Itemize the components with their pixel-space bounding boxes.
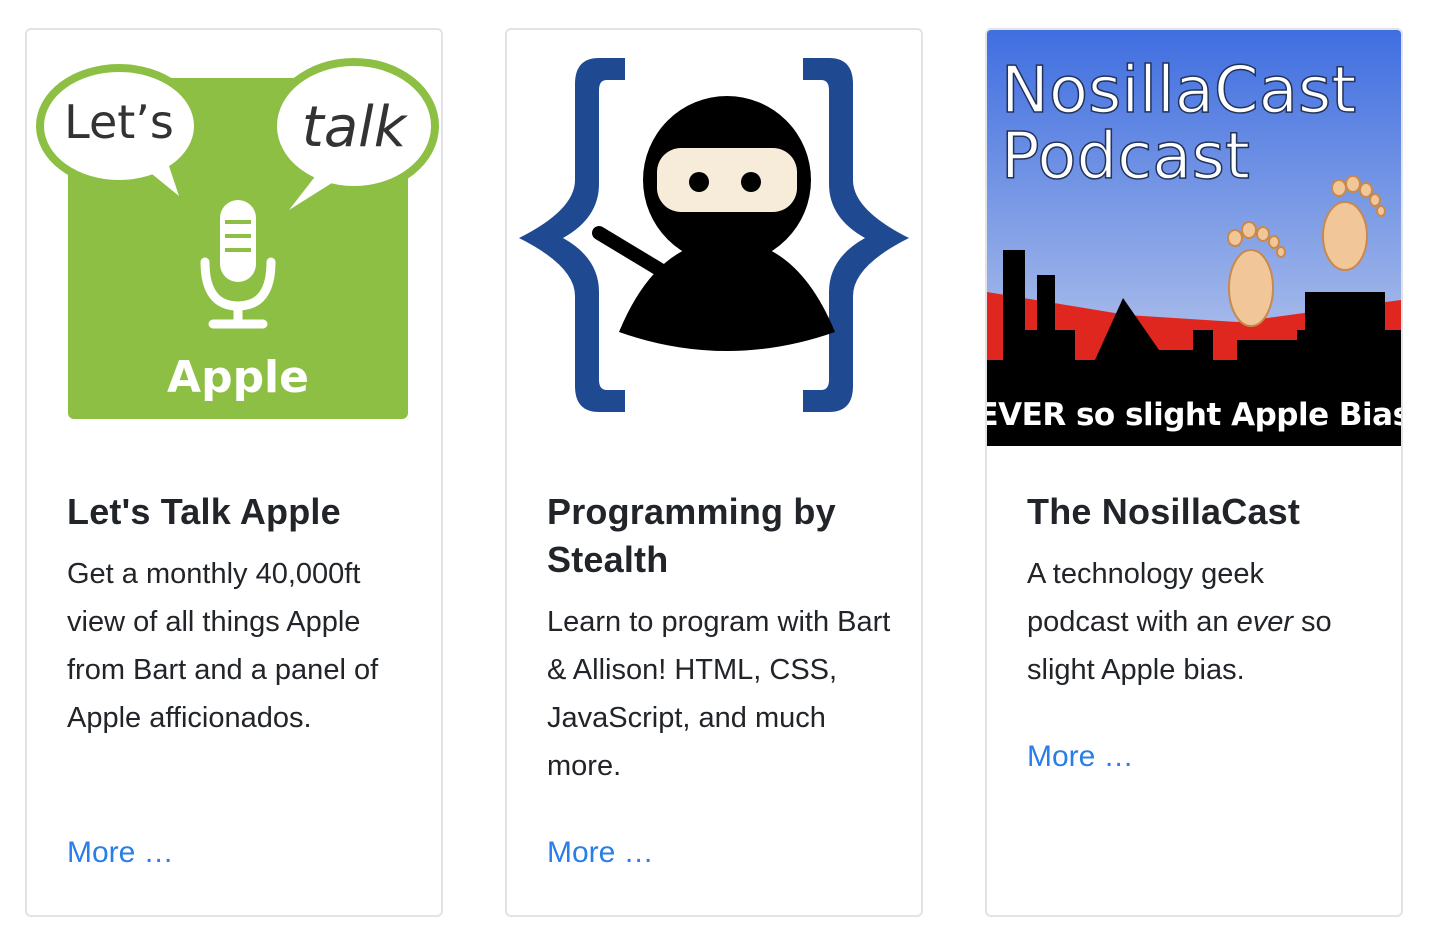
bubble-right-text: talk	[302, 95, 409, 160]
card-description: A technology geek podcast with an ever s…	[1027, 550, 1371, 694]
artwork-title-line2: Podcast	[1001, 120, 1250, 194]
more-link[interactable]: More …	[67, 836, 174, 870]
lets-talk-apple-logo: Let’s talk Apple	[36, 58, 439, 419]
card-body: Programming by Stealth Learn to program …	[547, 488, 891, 790]
card-image-nosillacast[interactable]: NosillaCast Podcast EVER so slight Apple…	[987, 30, 1401, 446]
card-title: The NosillaCast	[1027, 491, 1301, 532]
card-title: Let's Talk Apple	[67, 491, 341, 532]
podcast-card-lets-talk-apple: Let’s talk Apple Let's Talk Apple Get a …	[25, 28, 443, 917]
card-image-programming-by-stealth[interactable]	[507, 30, 921, 446]
podcast-card-programming-by-stealth: Programming by Stealth Learn to program …	[505, 28, 923, 917]
card-description: Get a monthly 40,000ft view of all thing…	[67, 558, 379, 734]
card-description: Learn to program with Bart & Allison! HT…	[547, 606, 891, 782]
bubble-left-text: Let’s	[64, 95, 174, 149]
card-image-lets-talk-apple[interactable]: Let’s talk Apple	[27, 30, 441, 446]
description-emphasis: ever	[1236, 606, 1293, 638]
description-part: A technology geek podcast with an	[1027, 558, 1265, 638]
podcast-card-nosillacast: NosillaCast Podcast EVER so slight Apple…	[985, 28, 1403, 917]
card-body: The NosillaCast A technology geek podcas…	[1027, 488, 1371, 694]
artwork-tagline: EVER so slight Apple Bias	[987, 397, 1401, 433]
artwork-title-line1: NosillaCast	[1001, 54, 1356, 128]
logo-caption: Apple	[167, 352, 309, 403]
more-link[interactable]: More …	[547, 836, 654, 870]
card-title: Programming by Stealth	[547, 491, 836, 580]
more-link[interactable]: More …	[1027, 740, 1134, 774]
card-body: Let's Talk Apple Get a monthly 40,000ft …	[67, 488, 411, 742]
nosillacast-artwork: NosillaCast Podcast EVER so slight Apple…	[987, 30, 1401, 446]
ninja-braces-icon	[519, 58, 909, 412]
